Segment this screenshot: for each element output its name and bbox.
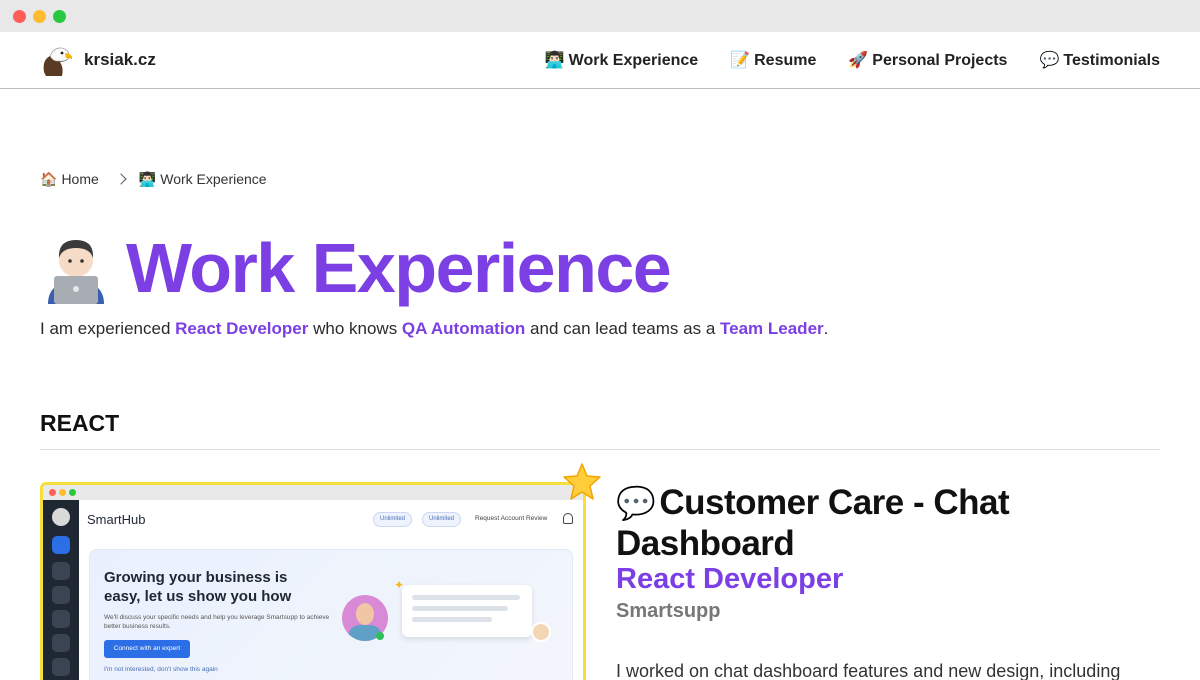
nav-links: 👨🏻‍💻 Work Experience 📝 Resume 🚀 Personal… [513,32,1160,89]
screenshot-dot [59,489,66,496]
project-title[interactable]: 💬 Customer Care - Chat Dashboard [616,482,1136,564]
screenshot-cta: Connect with an expert [104,640,190,658]
customer-avatar [531,622,551,642]
project-screenshot[interactable]: SmartHub Unlimited Unlimited Request Acc… [40,482,586,680]
house-icon: 🏠 [40,171,58,187]
nav-link-personal-projects[interactable]: 🚀 Personal Projects [848,52,1007,70]
screenshot-hero-title: Growing your business is easy, let us sh… [104,569,292,605]
text-placeholder [412,606,508,611]
window-titlebar [0,0,1200,32]
nav-link-resume[interactable]: 📝 Resume [730,52,816,70]
section-heading: REACT [40,410,120,436]
intro-text: I am experienced React Developer who kno… [40,319,828,339]
page-title-text: Work Experience [126,229,672,307]
minimize-window-button[interactable] [33,10,46,23]
top-navigation: krsiak.cz 👨🏻‍💻 Work Experience 📝 Resume … [0,32,1200,89]
intro-part: and can lead teams as a [525,319,721,338]
intro-highlight-team-leader: Team Leader [720,319,824,338]
nav-link-work-experience[interactable]: 👨🏻‍💻 Work Experience [545,52,698,70]
breadcrumb-home[interactable]: 🏠 Home [40,171,99,187]
breadcrumb-label: Work Experience [160,171,267,187]
contacts-icon [52,634,70,652]
nav-link-label: Work Experience [568,51,699,69]
screenshot-titlebar [43,485,583,500]
chat-icon [52,562,70,580]
screenshot-dot [49,489,56,496]
breadcrumb: 🏠 Home 👨🏻‍💻 Work Experience [40,168,267,190]
nav-link-testimonials[interactable]: 💬 Testimonials [1039,52,1160,70]
chevron-right-icon [115,173,127,185]
brand-name: krsiak.cz [84,50,156,69]
screenshot-dot [69,489,76,496]
users-icon [52,610,70,628]
home-icon [52,536,70,554]
project-description: I worked on chat dashboard features and … [616,661,1121,680]
intro-part: who knows [308,319,402,338]
intro-highlight-react: React Developer [175,319,309,338]
memo-icon: 📝 [730,51,751,69]
bell-icon [563,513,573,524]
avatar-face [356,603,374,625]
project-company: Smartsupp [616,600,721,622]
intro-part: I am experienced [40,319,176,338]
rocket-icon: 🚀 [848,51,869,69]
screenshot-hero: Growing your business is easy, let us sh… [89,549,573,680]
speech-balloon-icon: 💬 [616,485,656,521]
screenshot-main: SmartHub Unlimited Unlimited Request Acc… [79,500,583,680]
speech-balloon-icon: 💬 [1039,51,1060,69]
screenshot-sidebar [43,500,79,680]
nav-link-label: Resume [754,51,817,69]
online-indicator [376,632,384,640]
page-title: Work Experience [40,228,672,308]
brand-link[interactable]: krsiak.cz [38,42,156,78]
star-icon [563,463,601,500]
text-placeholder [412,617,492,622]
section-divider [40,449,1160,450]
nav-link-label: Personal Projects [872,51,1008,69]
breadcrumb-current: 👨🏻‍💻 Work Experience [139,171,267,187]
screenshot-app-name: SmartHub [87,512,146,527]
intro-part: . [823,319,829,338]
screenshot-dismiss: I'm not interested, don't show this agai… [104,666,218,673]
breadcrumb-label: Home [61,171,99,187]
screenshot-request-link: Request Account Review [475,515,548,522]
screenshot-pill: Unlimited [422,512,462,527]
screenshot-pill: Unlimited [373,512,413,527]
bald-eagle-icon [43,47,73,76]
close-window-button[interactable] [13,10,26,23]
technologist-icon: 👨🏻‍💻 [544,51,565,69]
nav-link-label: Testimonials [1063,51,1160,69]
chat-preview-card [402,585,532,637]
technologist-icon: 👨🏻‍💻 [138,171,157,187]
zoom-window-button[interactable] [53,10,66,23]
settings-icon [52,658,70,676]
screenshot-hero-text: We'll discuss your specific needs and he… [104,614,330,630]
technologist-laptop-icon [48,240,104,304]
text-placeholder [412,595,520,600]
avatar [52,508,70,526]
project-role: React Developer [616,563,844,595]
intro-highlight-qa: QA Automation [401,319,526,338]
bot-icon [52,586,70,604]
project-title-text: Customer Care - Chat Dashboard [616,483,1010,563]
